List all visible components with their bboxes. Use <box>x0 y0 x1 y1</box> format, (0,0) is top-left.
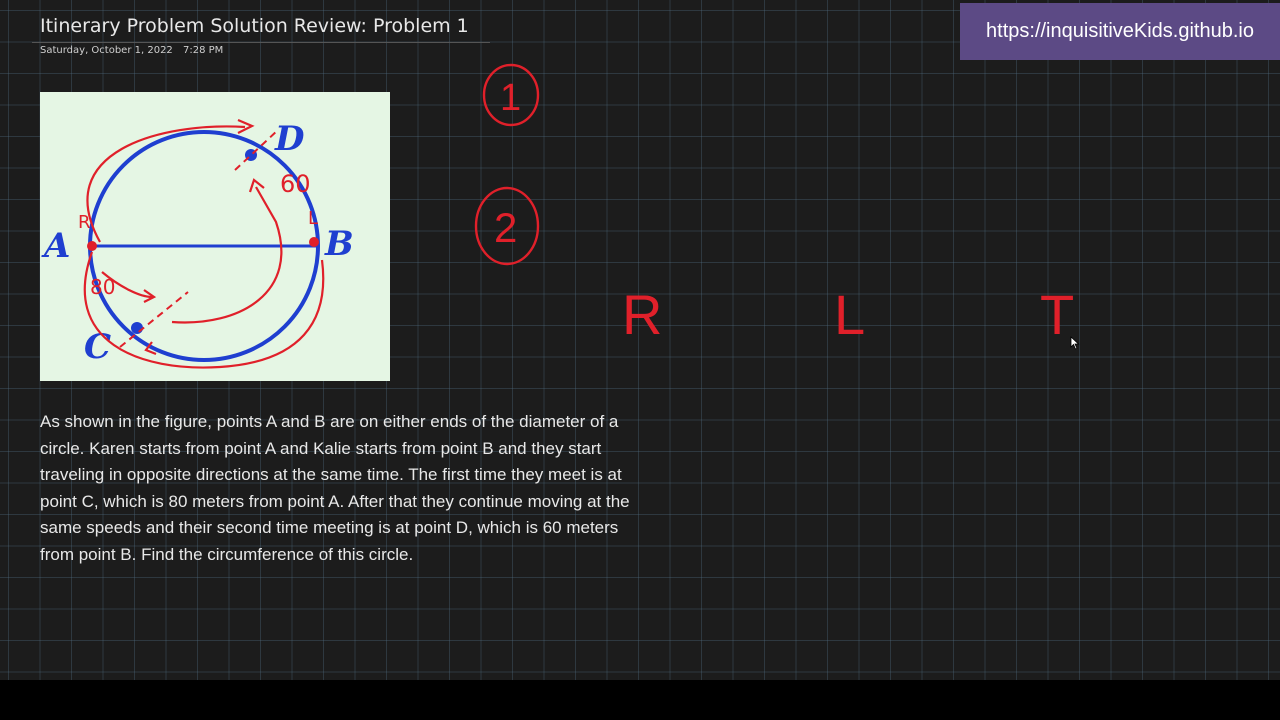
mouse-cursor-icon <box>1070 336 1080 350</box>
banner-url-text[interactable]: https://inquisitiveKids.github.io <box>986 20 1254 43</box>
step-number-1: 1 <box>500 77 521 119</box>
column-label-r: R <box>622 283 662 346</box>
column-label-l: L <box>834 283 865 346</box>
url-banner[interactable]: https://inquisitiveKids.github.io <box>960 3 1280 60</box>
step-number-2: 2 <box>494 204 517 251</box>
handwriting-layer: 1 2 R L T <box>474 63 1074 346</box>
note-canvas[interactable]: Itinerary Problem Solution Review: Probl… <box>0 0 1280 680</box>
letterbox-bar <box>0 680 1280 720</box>
